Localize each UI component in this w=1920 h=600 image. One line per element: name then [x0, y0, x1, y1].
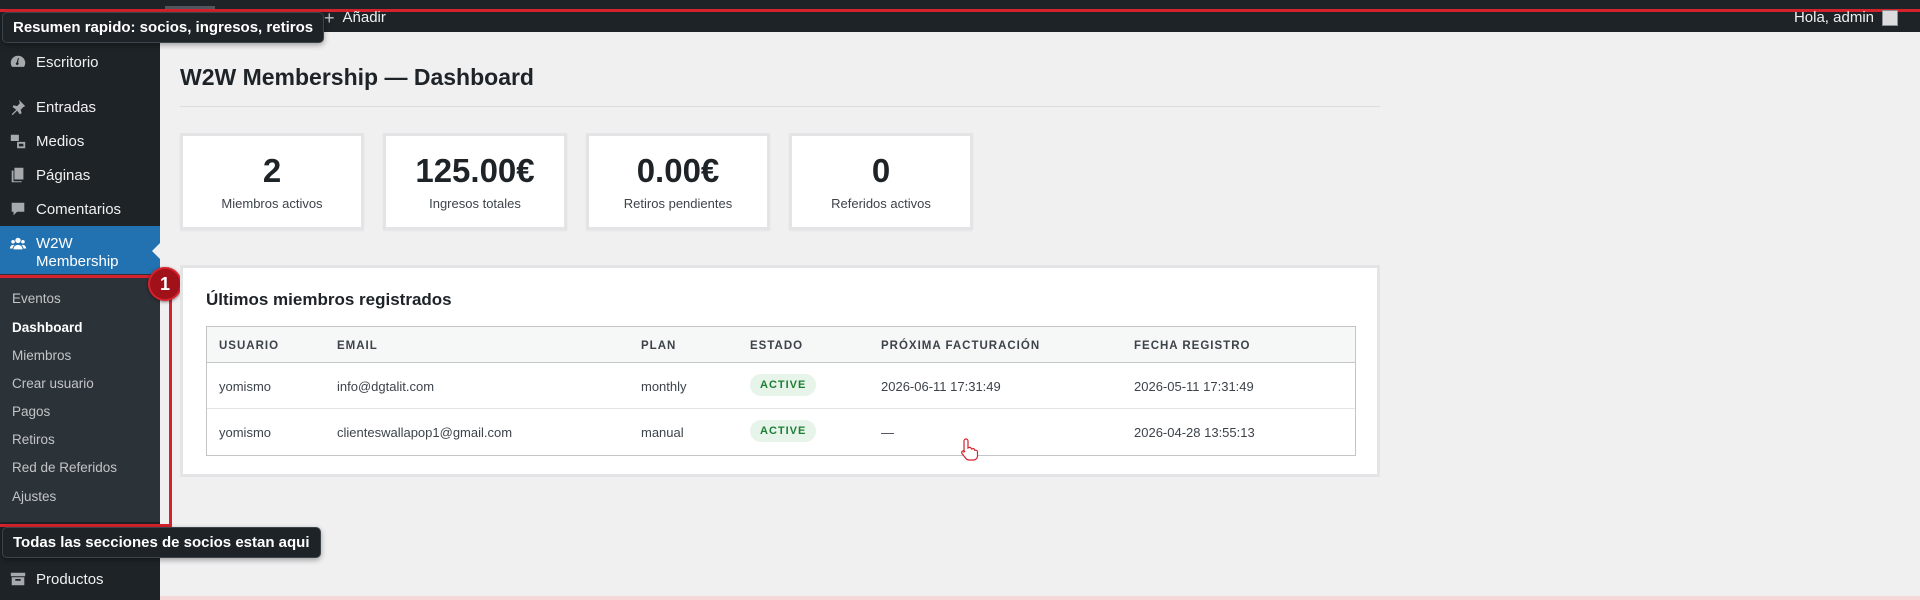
- stat-value: 0.00€: [636, 152, 720, 189]
- column-header-proxima-facturacion: PRÓXIMA FACTURACIÓN: [881, 340, 1041, 352]
- sidebar-item-comentarios[interactable]: Comentarios: [0, 191, 160, 227]
- submenu-item-crear-usuario[interactable]: Crear usuario: [12, 376, 94, 391]
- bottom-highlight-strip: [160, 596, 1920, 600]
- groups-icon: [0, 235, 36, 253]
- column-header-usuario: USUARIO: [219, 340, 280, 352]
- column-header-fecha-registro: FECHA REGISTRO: [1134, 340, 1251, 352]
- pages-icon: [0, 166, 36, 184]
- hand-cursor-icon: [961, 438, 979, 461]
- submenu-item-pagos[interactable]: Pagos: [12, 404, 50, 419]
- w2w-label: W2W: [36, 235, 73, 252]
- sidebar-item-escritorio[interactable]: Escritorio: [0, 44, 160, 80]
- comment-icon: [0, 200, 36, 218]
- sidebar-item-label: Páginas: [36, 166, 91, 184]
- membership-label: Membership: [36, 253, 119, 270]
- cell-proxima-facturacion: —: [881, 425, 894, 440]
- cell-proxima-facturacion: 2026-06-11 17:31:49: [881, 379, 1001, 394]
- cell-email: info@dgtalit.com: [337, 379, 435, 394]
- add-new-button[interactable]: + Añadir: [324, 7, 386, 28]
- sidebar-item-w2w-membership[interactable]: W2W Membership: [0, 226, 160, 276]
- current-menu-arrow: [152, 243, 160, 259]
- table-row[interactable]: yomismo info@dgtalit.com monthly ACTIVE …: [207, 363, 1355, 409]
- sidebar-item-label: Medios: [36, 132, 85, 150]
- page-title: W2W Membership — Dashboard: [180, 64, 534, 90]
- submenu-item-eventos[interactable]: Eventos: [12, 291, 61, 306]
- avatar: [1882, 9, 1898, 26]
- column-header-plan: PLAN: [641, 340, 677, 352]
- sidebar-item-productos[interactable]: Productos: [0, 561, 160, 597]
- status-badge: ACTIVE: [750, 420, 817, 442]
- stat-label: Retiros pendientes: [623, 196, 733, 211]
- submenu-item-red-de-referidos[interactable]: Red de Referidos: [12, 460, 117, 475]
- tooltip-summary: Resumen rapido: socios, ingresos, retiro…: [2, 12, 325, 43]
- column-header-email: EMAIL: [337, 340, 378, 352]
- submenu-item-miembros[interactable]: Miembros: [12, 348, 71, 363]
- sidebar-item-label: Escritorio: [36, 53, 99, 71]
- stat-card-miembros-activos: 2 Miembros activos: [180, 133, 364, 230]
- cell-plan: manual: [641, 425, 684, 440]
- sidebar-item-paginas[interactable]: Páginas: [0, 157, 160, 193]
- pushpin-icon: [0, 98, 36, 116]
- sidebar-item-label: Productos: [36, 570, 104, 588]
- stat-value: 125.00€: [415, 152, 535, 189]
- w2w-submenu: Eventos Dashboard Miembros Crear usuario…: [0, 274, 160, 522]
- cell-plan: monthly: [641, 379, 687, 394]
- submenu-item-dashboard[interactable]: Dashboard: [12, 320, 83, 335]
- members-table: USUARIO EMAIL PLAN ESTADO PRÓXIMA FACTUR…: [206, 326, 1356, 456]
- status-badge: ACTIVE: [750, 374, 817, 396]
- sidebar-item-label: W2W Membership: [36, 235, 119, 271]
- stat-label: Miembros activos: [221, 196, 323, 211]
- table-header: USUARIO EMAIL PLAN ESTADO PRÓXIMA FACTUR…: [207, 327, 1355, 363]
- submenu-item-retiros[interactable]: Retiros: [12, 432, 55, 447]
- add-new-label: Añadir: [342, 9, 386, 26]
- greeting-text: Hola, admin: [1793, 9, 1874, 26]
- cell-usuario: yomismo: [219, 379, 272, 394]
- sidebar-item-label: Entradas: [36, 98, 97, 116]
- cell-fecha-registro: 2026-04-28 13:55:13: [1134, 425, 1255, 440]
- stat-card-ingresos-totales: 125.00€ Ingresos totales: [383, 133, 567, 230]
- submenu-item-ajustes[interactable]: Ajustes: [12, 489, 56, 504]
- sidebar-item-entradas[interactable]: Entradas: [0, 89, 160, 125]
- recent-members-panel: Últimos miembros registrados USUARIO EMA…: [180, 265, 1380, 477]
- cell-email: clienteswallapop1@gmail.com: [337, 425, 513, 440]
- stat-value: 2: [262, 152, 282, 189]
- stat-card-retiros-pendientes: 0.00€ Retiros pendientes: [586, 133, 770, 230]
- sidebar-item-label: Comentarios: [36, 200, 122, 218]
- cell-fecha-registro: 2026-05-11 17:31:49: [1134, 379, 1254, 394]
- plus-icon: +: [324, 7, 335, 28]
- sidebar-item-medios[interactable]: Medios: [0, 123, 160, 159]
- user-greeting[interactable]: Hola, admin: [1794, 9, 1898, 26]
- stat-card-referidos-activos: 0 Referidos activos: [789, 133, 973, 230]
- stat-label: Ingresos totales: [429, 196, 521, 211]
- media-icon: [0, 132, 36, 150]
- tooltip-sections: Todas las secciones de socios estan aqui: [2, 527, 321, 558]
- archive-icon: [0, 570, 36, 588]
- stat-value: 0: [871, 152, 891, 189]
- cell-usuario: yomismo: [219, 425, 272, 440]
- main-content: W2W Membership — Dashboard 2 Miembros ac…: [160, 32, 1920, 600]
- stat-label: Referidos activos: [831, 196, 931, 211]
- dashboard-icon: [0, 53, 36, 71]
- panel-title: Últimos miembros registrados: [206, 290, 452, 309]
- column-header-estado: ESTADO: [750, 340, 804, 352]
- title-divider: [180, 106, 1380, 107]
- table-row[interactable]: yomismo clienteswallapop1@gmail.com manu…: [207, 409, 1355, 455]
